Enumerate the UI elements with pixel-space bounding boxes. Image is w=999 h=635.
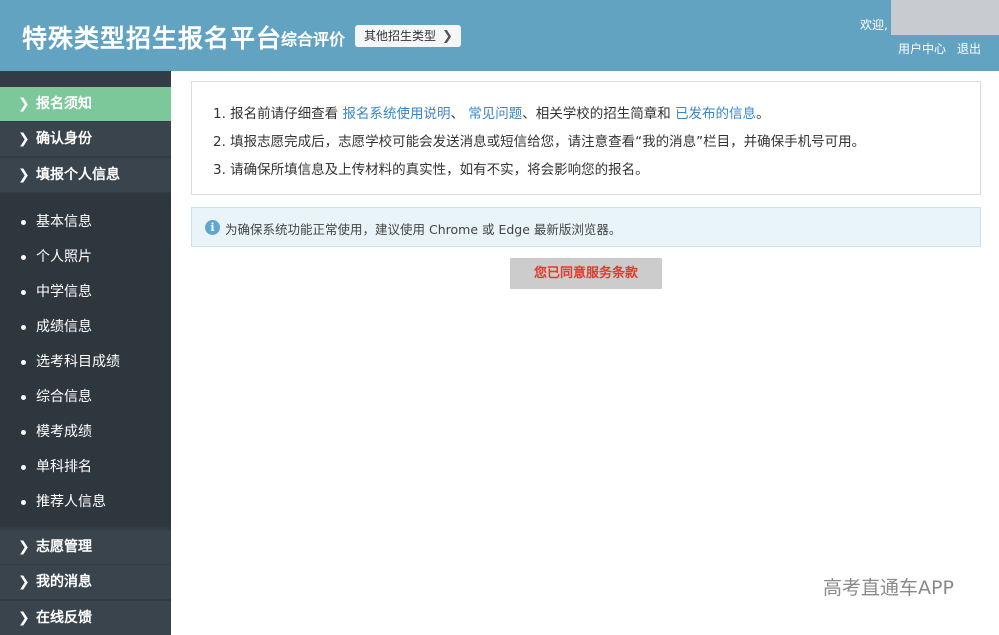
- sidebar: ❯ 报名须知 ❯ 确认身份 ❯ 填报个人信息 基本信息 个人照片 中学信息 成绩…: [0, 71, 171, 635]
- notice-text: 1. 报名前请仔细查看: [213, 106, 343, 122]
- submenu-item-label: 基本信息: [36, 214, 92, 230]
- faq-link[interactable]: 常见问题: [468, 106, 522, 122]
- bullet-icon: [21, 290, 26, 295]
- submenu-item-mock-exam[interactable]: 模考成绩: [0, 417, 171, 447]
- other-types-button[interactable]: 其他招生类型 ❯: [355, 25, 461, 47]
- sidebar-item-label: 填报个人信息: [36, 167, 120, 183]
- bullet-icon: [21, 500, 26, 505]
- chevron-right-icon: ❯: [18, 131, 30, 147]
- submenu-item-referee[interactable]: 推荐人信息: [0, 487, 171, 517]
- chevron-right-icon: ❯: [18, 96, 30, 112]
- submenu-item-label: 选考科目成绩: [36, 354, 120, 370]
- username-redacted: [891, 0, 999, 35]
- bullet-icon: [21, 325, 26, 330]
- sidebar-item-confirm-identity[interactable]: ❯ 确认身份: [0, 122, 171, 156]
- submenu-item-label: 单科排名: [36, 459, 92, 475]
- info-icon: i: [205, 220, 220, 235]
- notice-text: 。: [756, 106, 770, 122]
- top-header: 特殊类型招生报名平台 综合评价 其他招生类型 ❯ 欢迎, 用户中心 退出: [0, 0, 999, 71]
- submenu-item-photo[interactable]: 个人照片: [0, 242, 171, 272]
- submenu-item-elective-grades[interactable]: 选考科目成绩: [0, 347, 171, 377]
- notice-line-2: 2. 填报志愿完成后，志愿学校可能会发送消息或短信给您，请注意查看“我的消息”栏…: [213, 134, 866, 150]
- user-center-link[interactable]: 用户中心: [898, 40, 946, 57]
- other-types-label: 其他招生类型: [364, 29, 437, 43]
- published-info-link[interactable]: 已发布的信息: [675, 106, 756, 122]
- sidebar-item-label: 我的消息: [36, 574, 92, 590]
- welcome-text: 欢迎,: [860, 18, 888, 32]
- notice-text: 、: [450, 106, 469, 122]
- bullet-icon: [21, 255, 26, 260]
- tip-text: 为确保系统功能正常使用，建议使用 Chrome 或 Edge 最新版浏览器。: [225, 222, 622, 237]
- section-name: 综合评价: [281, 30, 346, 49]
- bullet-icon: [21, 220, 26, 225]
- submenu-item-label: 模考成绩: [36, 424, 92, 440]
- browser-tip: i 为确保系统功能正常使用，建议使用 Chrome 或 Edge 最新版浏览器。: [191, 207, 981, 247]
- bullet-icon: [21, 465, 26, 470]
- sidebar-item-label: 确认身份: [36, 131, 92, 147]
- notice-text: 、相关学校的招生简章和: [522, 106, 676, 122]
- sidebar-item-personal-info[interactable]: ❯ 填报个人信息: [0, 158, 171, 192]
- bullet-icon: [21, 395, 26, 400]
- submenu-item-grades[interactable]: 成绩信息: [0, 312, 171, 342]
- registration-notice: 1. 报名前请仔细查看 报名系统使用说明、 常见问题、相关学校的招生简章和 已发…: [191, 81, 981, 195]
- submenu-item-comprehensive[interactable]: 综合信息: [0, 382, 171, 412]
- notice-line-1: 1. 报名前请仔细查看 报名系统使用说明、 常见问题、相关学校的招生简章和 已发…: [213, 102, 770, 122]
- watermark: 高考直通车APP: [823, 577, 954, 599]
- chevron-right-icon: ❯: [18, 539, 30, 555]
- notice-line-3: 3. 请确保所填信息及上传材料的真实性，如有不实，将会影响您的报名。: [213, 162, 649, 178]
- logout-link[interactable]: 退出: [957, 40, 981, 57]
- bullet-icon: [21, 430, 26, 435]
- submenu-item-label: 中学信息: [36, 284, 92, 300]
- sidebar-item-notice[interactable]: ❯ 报名须知: [0, 87, 171, 121]
- submenu-item-label: 综合信息: [36, 389, 92, 405]
- submenu-item-high-school[interactable]: 中学信息: [0, 277, 171, 307]
- sidebar-item-application-management[interactable]: ❯ 志愿管理: [0, 530, 171, 564]
- submenu-item-subject-ranking[interactable]: 单科排名: [0, 452, 171, 482]
- bullet-icon: [21, 360, 26, 365]
- sidebar-item-label: 志愿管理: [36, 539, 92, 555]
- chevron-right-icon: ❯: [18, 610, 30, 626]
- chevron-right-icon: ❯: [18, 167, 30, 183]
- sidebar-item-online-feedback[interactable]: ❯ 在线反馈: [0, 601, 171, 635]
- personal-info-submenu: 基本信息 个人照片 中学信息 成绩信息 选考科目成绩 综合信息 模考成绩 单科排…: [0, 193, 171, 527]
- agree-terms-button[interactable]: 您已同意服务条款: [510, 258, 662, 289]
- submenu-item-label: 个人照片: [36, 249, 92, 265]
- system-guide-link[interactable]: 报名系统使用说明: [342, 106, 450, 122]
- submenu-item-basic-info[interactable]: 基本信息: [0, 207, 171, 237]
- sidebar-item-my-messages[interactable]: ❯ 我的消息: [0, 565, 171, 599]
- submenu-item-label: 推荐人信息: [36, 494, 106, 510]
- platform-title: 特殊类型招生报名平台: [22, 24, 283, 53]
- submenu-item-label: 成绩信息: [36, 319, 92, 335]
- sidebar-item-label: 报名须知: [36, 96, 92, 112]
- chevron-right-icon: ❯: [18, 574, 30, 590]
- chevron-right-icon: ❯: [442, 29, 453, 44]
